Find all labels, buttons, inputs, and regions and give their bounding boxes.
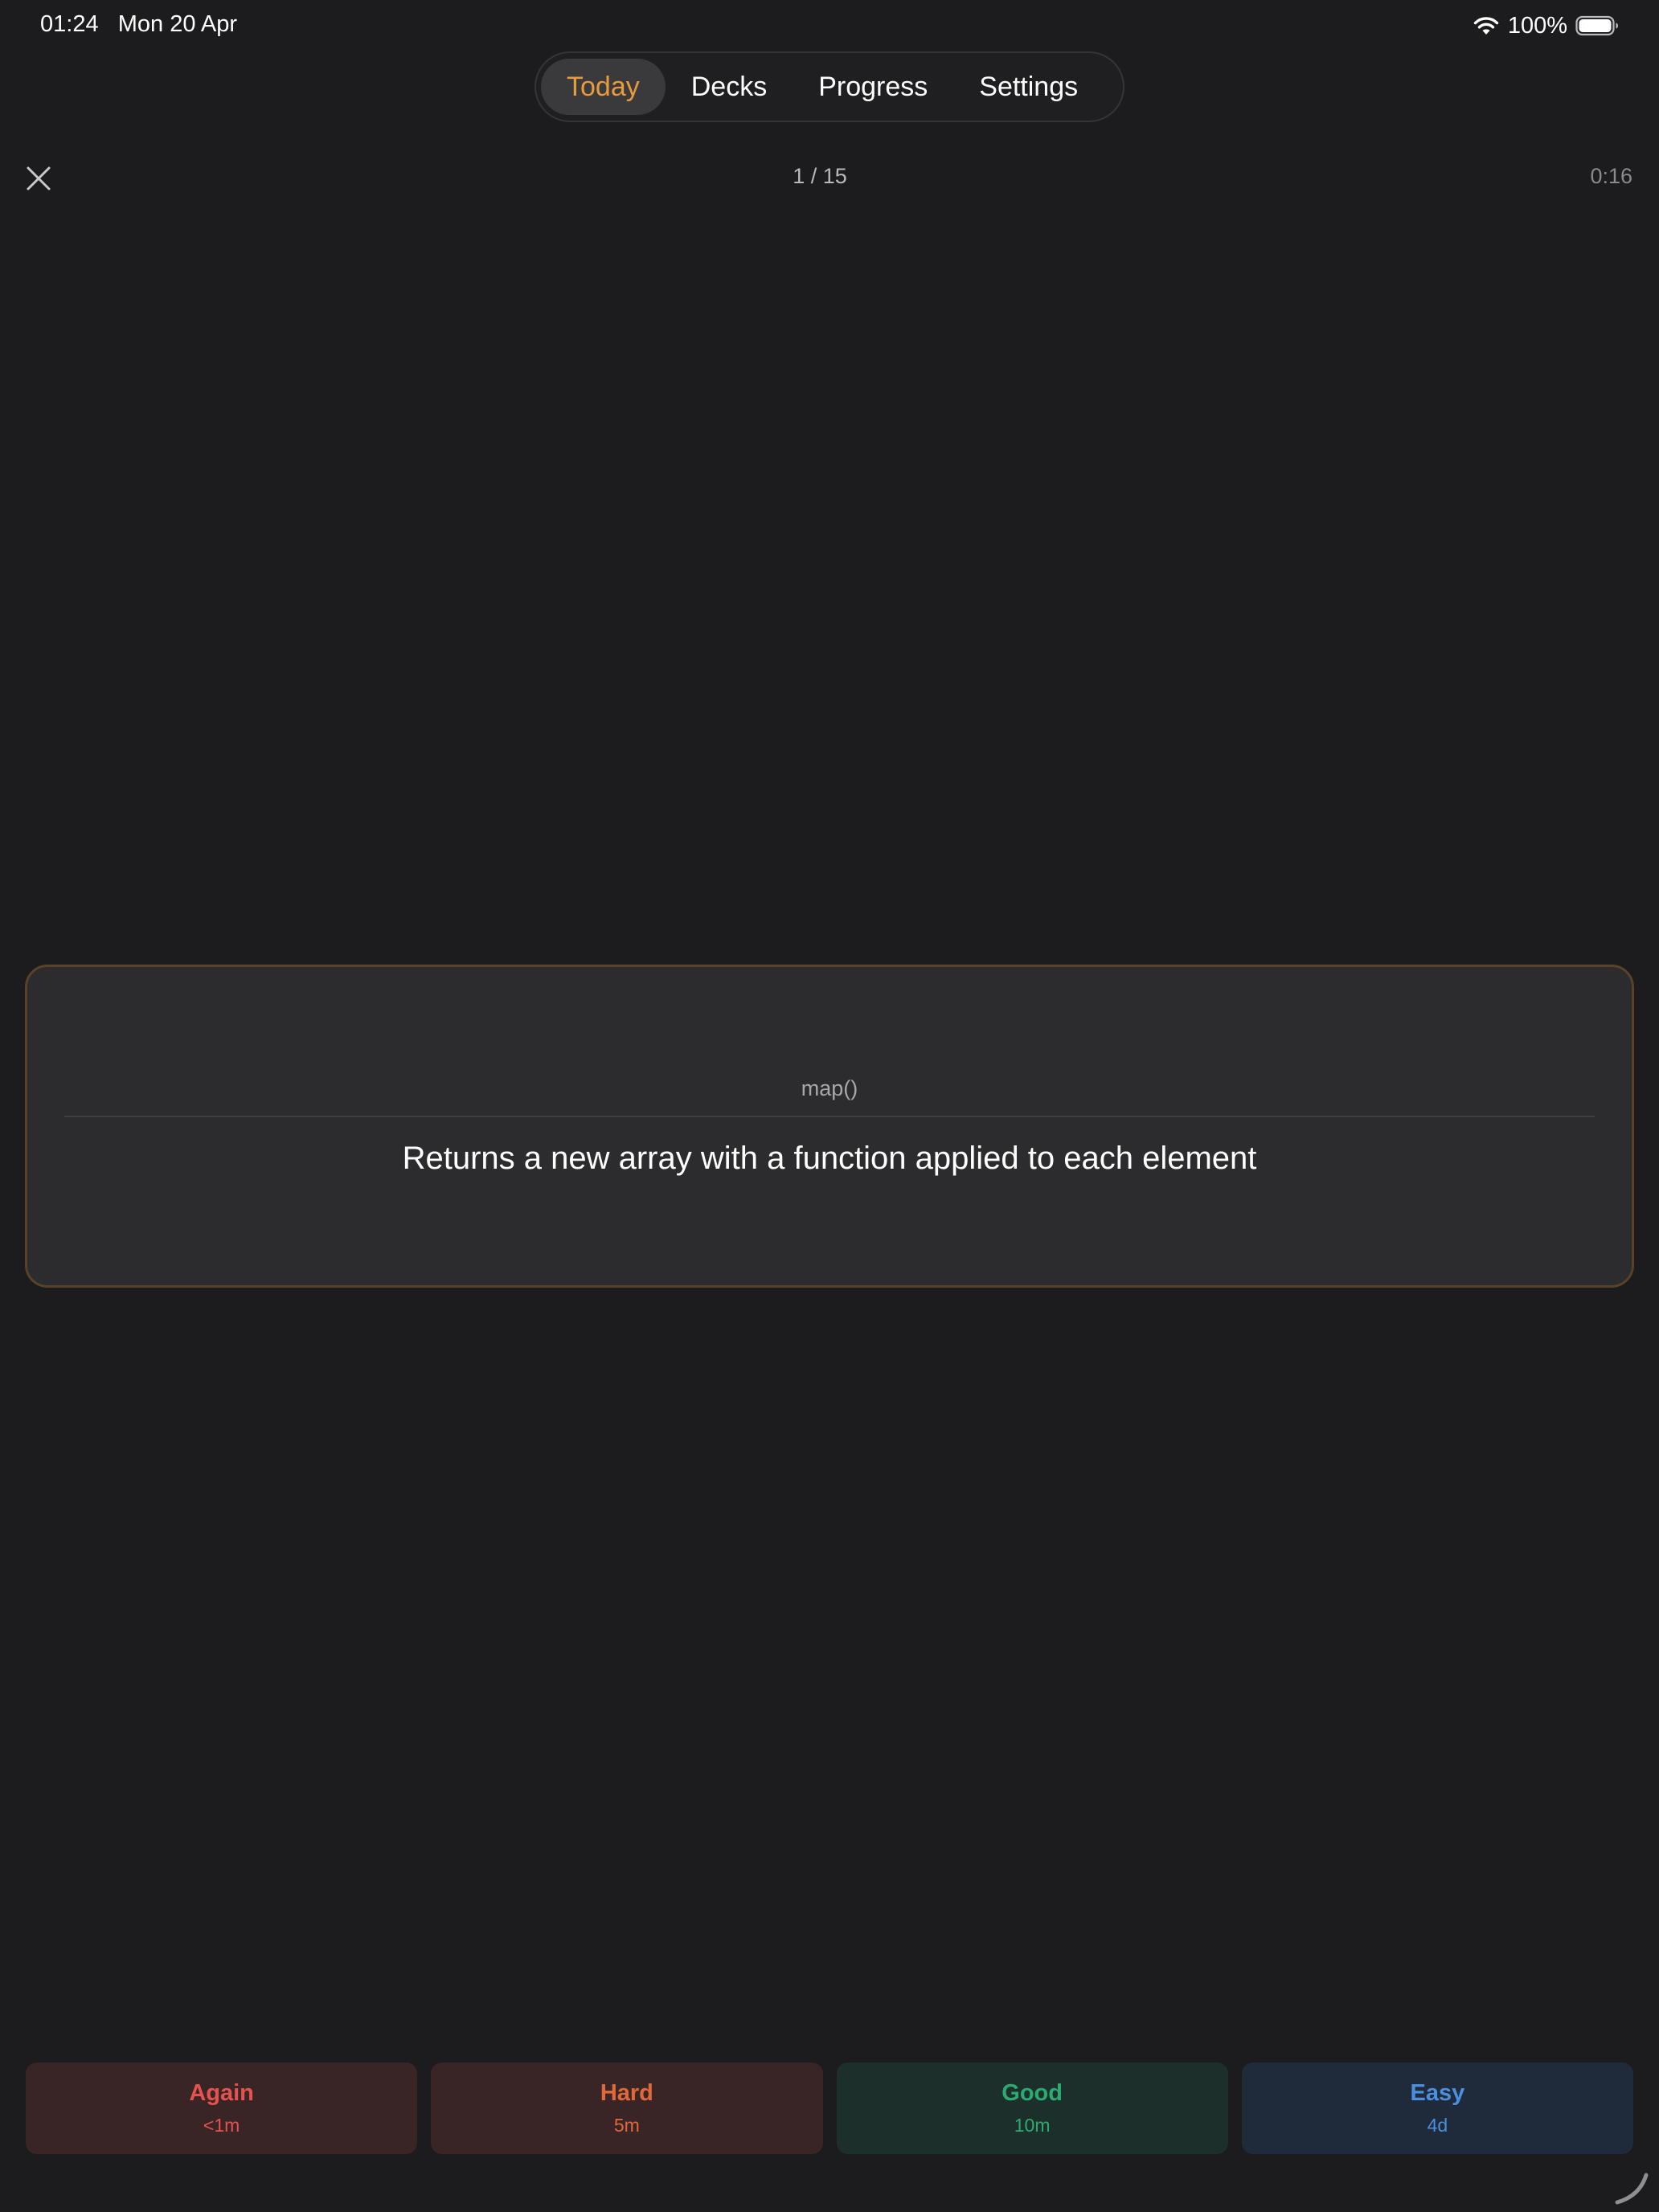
battery-percentage: 100% xyxy=(1507,12,1567,39)
easy-interval: 4d xyxy=(1427,2115,1448,2136)
answer-buttons: Again <1m Hard 5m Good 10m Easy 4d xyxy=(26,2062,1633,2154)
easy-button[interactable]: Easy 4d xyxy=(1241,2062,1633,2154)
session-timer: 0:16 xyxy=(1590,164,1632,188)
hard-interval: 5m xyxy=(613,2115,640,2136)
hard-button[interactable]: Hard 5m xyxy=(431,2062,823,2154)
status-date: Mon 20 Apr xyxy=(117,11,238,37)
tab-decks[interactable]: Decks xyxy=(666,59,793,115)
card-back-text: Returns a new array with a function appl… xyxy=(402,1141,1257,1176)
status-bar: 01:24 Mon 20 Apr 100% xyxy=(0,0,1659,51)
hard-label: Hard xyxy=(600,2080,653,2106)
screen: 01:24 Mon 20 Apr 100% Today Decks Progre… xyxy=(0,0,1659,2212)
status-time-date: 01:24 Mon 20 Apr xyxy=(40,11,237,38)
main-tab-bar: Today Decks Progress Settings xyxy=(535,51,1124,122)
card-front-text: map() xyxy=(801,1076,858,1100)
tab-progress[interactable]: Progress xyxy=(793,59,953,115)
tab-settings[interactable]: Settings xyxy=(953,59,1104,115)
good-button[interactable]: Good 10m xyxy=(836,2062,1228,2154)
again-label: Again xyxy=(189,2080,254,2106)
good-label: Good xyxy=(1002,2080,1063,2106)
wifi-icon xyxy=(1473,17,1499,35)
battery-icon xyxy=(1575,15,1618,36)
resize-handle-icon xyxy=(1615,2173,1649,2205)
status-indicators: 100% xyxy=(1473,10,1619,42)
resize-handle[interactable] xyxy=(1612,2167,1653,2207)
good-interval: 10m xyxy=(1014,2115,1051,2136)
again-interval: <1m xyxy=(203,2115,240,2136)
card-counter: 1 / 15 xyxy=(793,164,847,188)
again-button[interactable]: Again <1m xyxy=(26,2062,418,2154)
flashcard[interactable]: map() Returns a new array with a functio… xyxy=(25,965,1634,1288)
easy-label: Easy xyxy=(1410,2080,1465,2106)
card-divider xyxy=(64,1116,1595,1117)
status-time: 01:24 xyxy=(40,11,99,37)
tab-today[interactable]: Today xyxy=(541,59,666,115)
